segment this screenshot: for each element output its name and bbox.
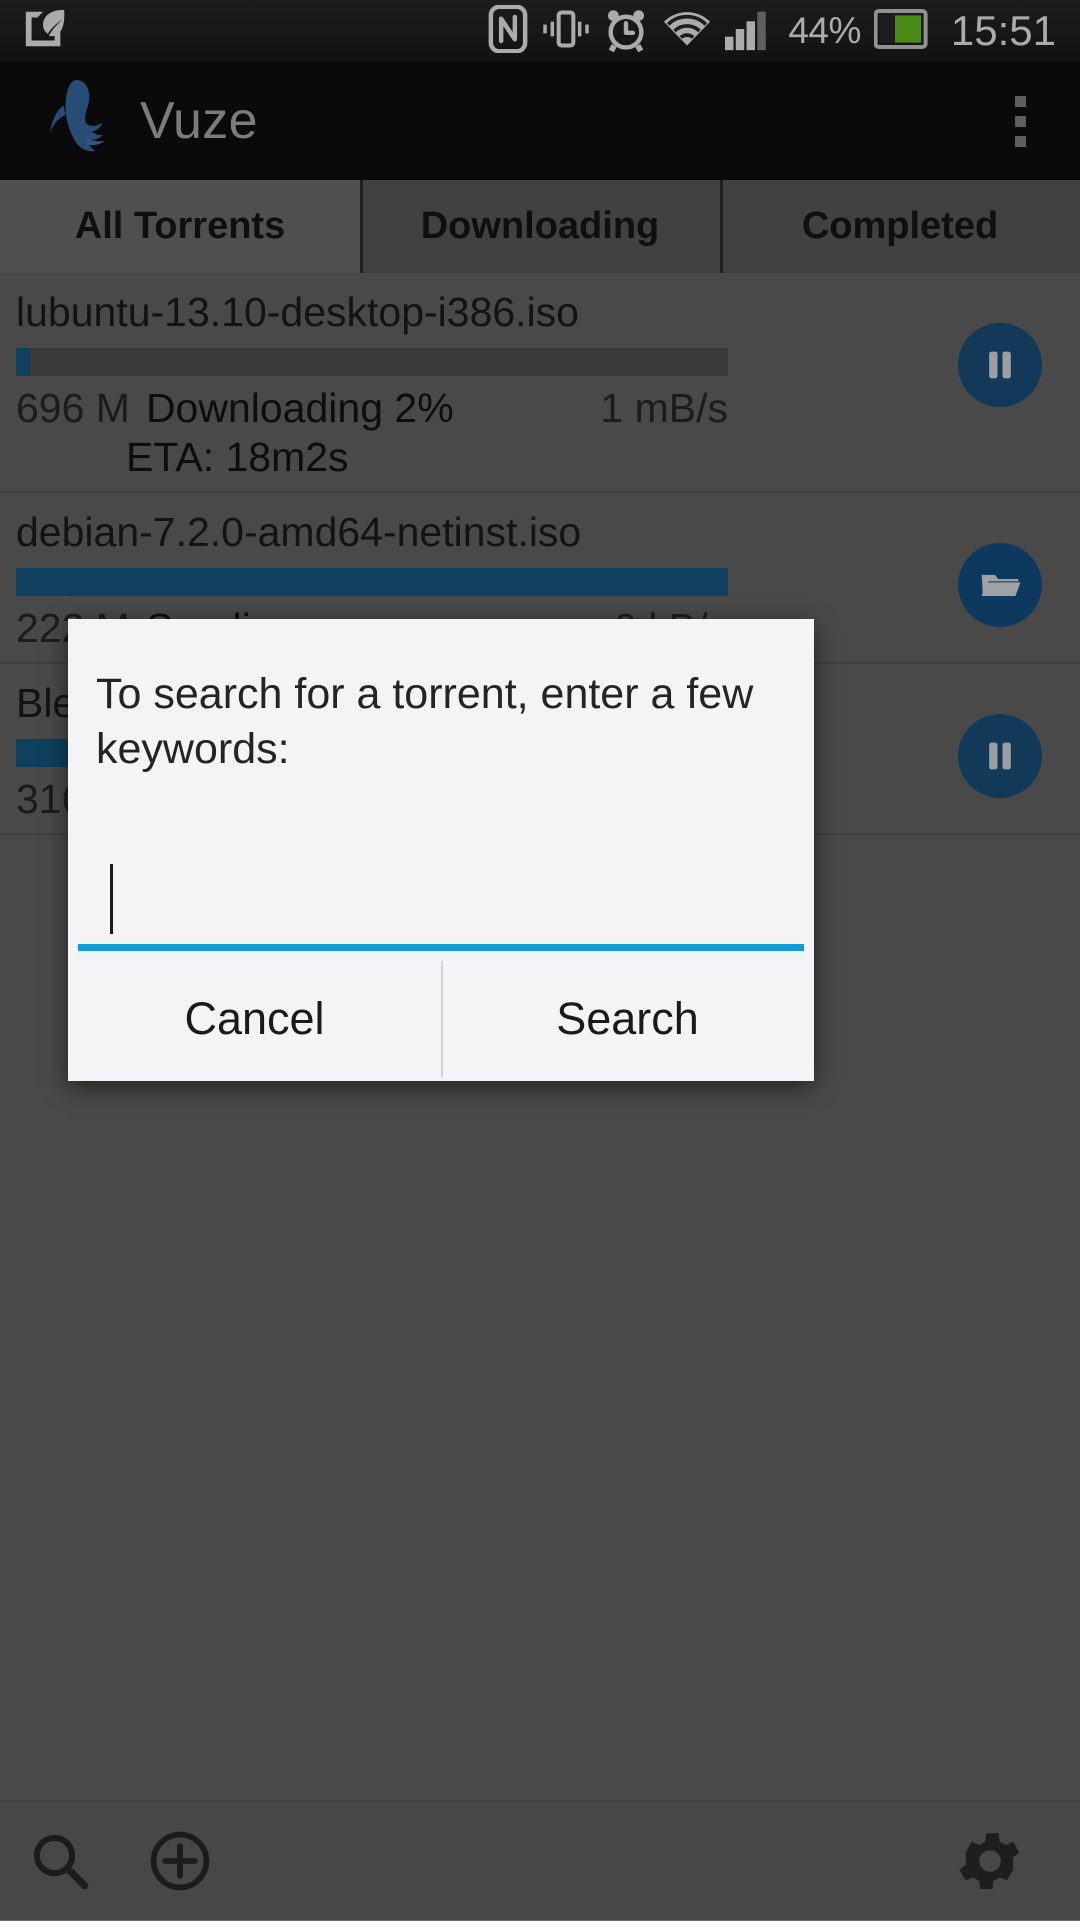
search-input[interactable] <box>78 843 804 952</box>
cancel-button[interactable]: Cancel <box>68 957 441 1082</box>
dialog-button-row: Cancel Search <box>68 957 814 1082</box>
dialog-message: To search for a torrent, enter a few key… <box>96 670 754 774</box>
search-dialog: To search for a torrent, enter a few key… <box>68 619 814 1082</box>
text-cursor <box>110 864 113 935</box>
search-button[interactable]: Search <box>441 957 814 1082</box>
